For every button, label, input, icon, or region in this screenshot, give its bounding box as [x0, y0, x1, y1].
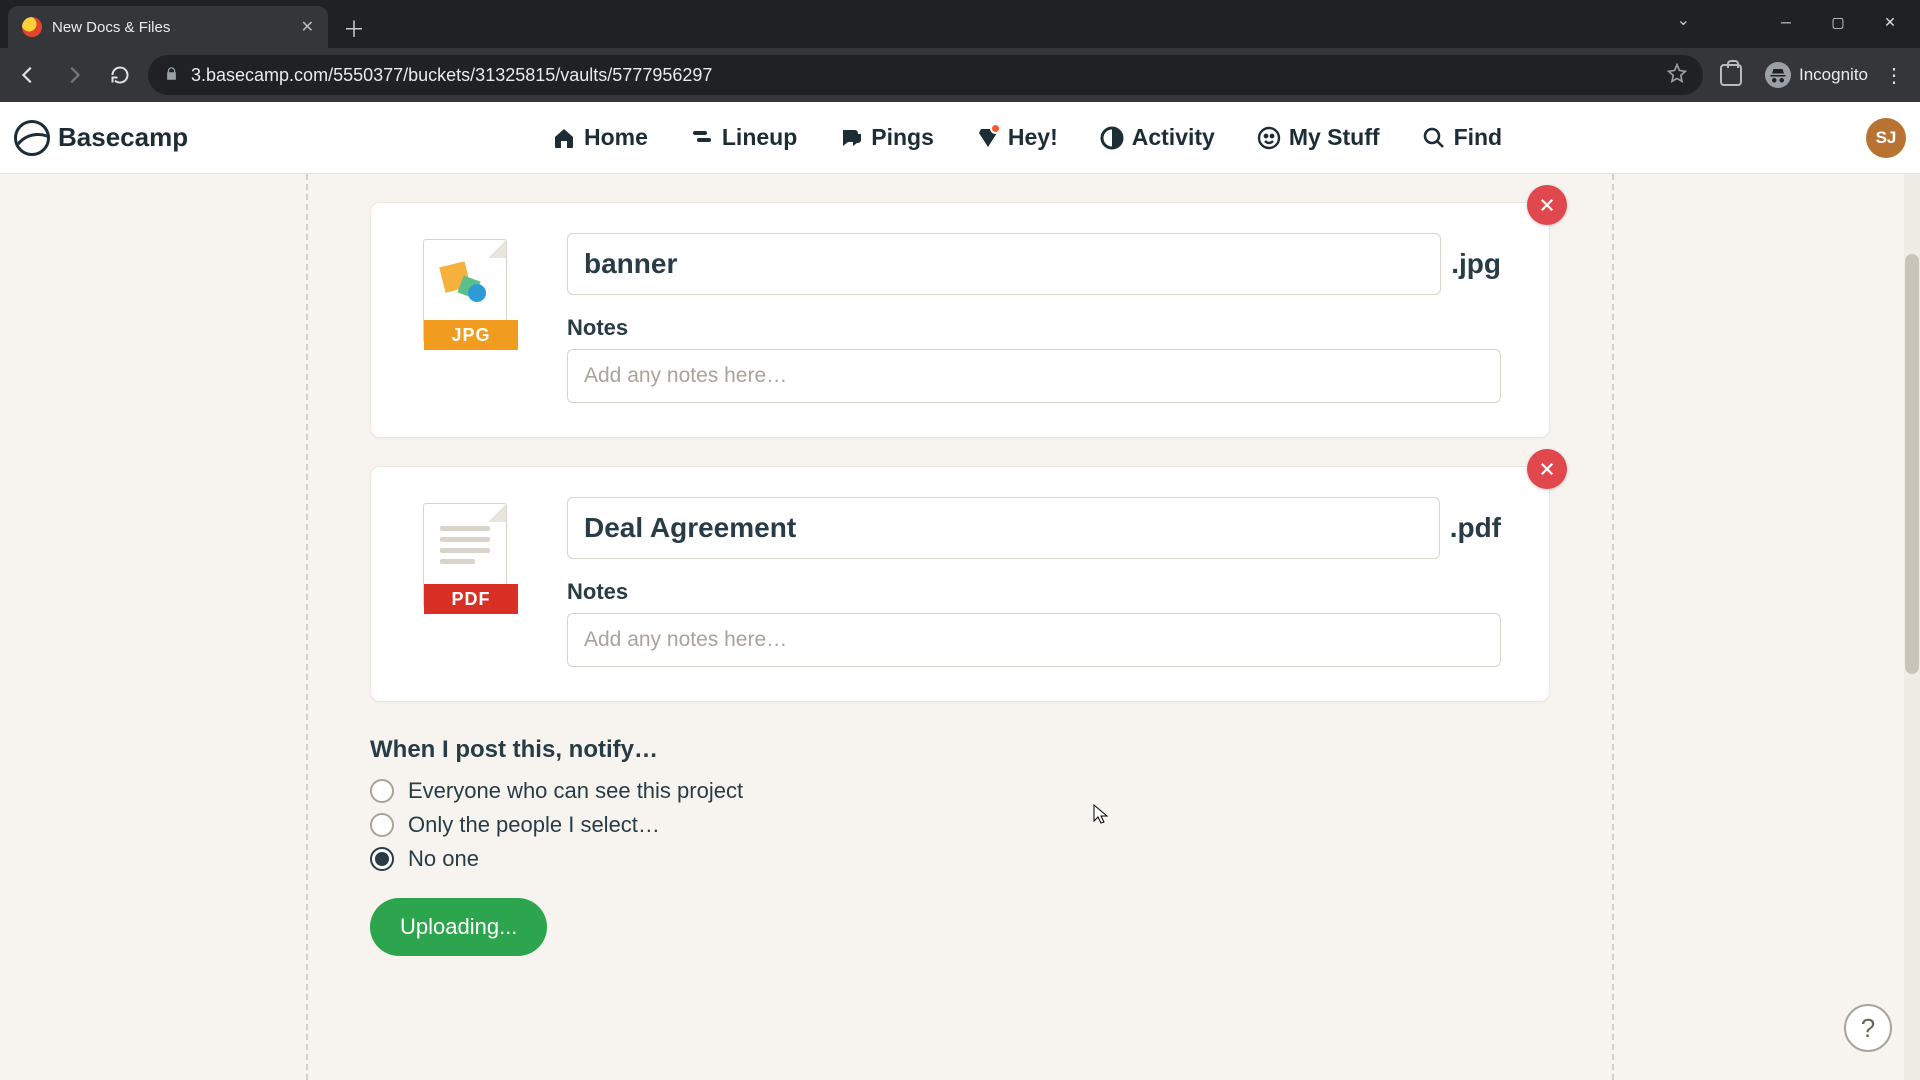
- browser-back-button[interactable]: [10, 57, 46, 93]
- browser-menu-icon[interactable]: ⋮: [1878, 63, 1910, 88]
- search-icon: [1422, 126, 1446, 150]
- window-minimize-button[interactable]: ─: [1762, 4, 1810, 40]
- url-text: 3.basecamp.com/5550377/buckets/31325815/…: [191, 65, 1655, 86]
- tab-favicon: [22, 17, 42, 37]
- avatar[interactable]: SJ: [1866, 118, 1906, 158]
- extensions-icon[interactable]: [1713, 57, 1749, 93]
- incognito-indicator[interactable]: Incognito: [1765, 62, 1868, 88]
- browser-tab-strip: New Docs & Files ✕ ＋ ⌄ ─ ▢ ✕: [0, 0, 1920, 48]
- browser-reload-button[interactable]: [102, 57, 138, 93]
- window-maximize-button[interactable]: ▢: [1814, 4, 1862, 40]
- tabs-dropdown-icon[interactable]: ⌄: [1677, 10, 1690, 30]
- remove-file-button[interactable]: [1527, 185, 1567, 225]
- help-icon: ?: [1861, 1013, 1875, 1044]
- page-body: Basecamp Home Lineup Pings: [0, 102, 1920, 1080]
- incognito-icon: [1765, 62, 1791, 88]
- scrollbar-thumb[interactable]: [1905, 254, 1919, 674]
- file-notes-input[interactable]: [567, 349, 1501, 403]
- pings-icon: [839, 126, 863, 150]
- home-icon: [552, 126, 576, 150]
- notify-heading: When I post this, notify…: [370, 736, 1550, 764]
- brand[interactable]: Basecamp: [14, 120, 188, 156]
- nav-pings[interactable]: Pings: [839, 124, 934, 151]
- radio-icon: [370, 847, 394, 871]
- notify-section: When I post this, notify… Everyone who c…: [370, 736, 1550, 872]
- notify-option-select[interactable]: Only the people I select…: [370, 812, 1550, 838]
- help-button[interactable]: ?: [1844, 1004, 1892, 1052]
- new-tab-button[interactable]: ＋: [336, 10, 372, 46]
- file-extension-label: .pdf: [1450, 512, 1501, 544]
- file-type-badge: PDF: [424, 584, 518, 614]
- nav-hey[interactable]: Hey!: [976, 124, 1058, 151]
- upload-file-card: PDF .pdf Notes: [370, 466, 1550, 702]
- submit-upload-button[interactable]: Uploading...: [370, 898, 547, 956]
- notes-label: Notes: [567, 579, 1501, 605]
- notify-option-noone[interactable]: No one: [370, 846, 1550, 872]
- file-name-input[interactable]: [567, 497, 1440, 559]
- file-name-input[interactable]: [567, 233, 1441, 295]
- brand-name: Basecamp: [58, 122, 188, 153]
- address-bar[interactable]: 3.basecamp.com/5550377/buckets/31325815/…: [148, 55, 1703, 95]
- nav-find[interactable]: Find: [1422, 124, 1503, 151]
- hey-icon: [976, 126, 1000, 150]
- nav-activity[interactable]: Activity: [1100, 124, 1215, 151]
- app-top-nav: Basecamp Home Lineup Pings: [0, 102, 1920, 174]
- brand-logo-icon: [14, 120, 50, 156]
- tab-close-icon[interactable]: ✕: [301, 17, 314, 37]
- lineup-icon: [690, 126, 714, 150]
- browser-forward-button[interactable]: [56, 57, 92, 93]
- tab-title: New Docs & Files: [52, 19, 291, 36]
- file-extension-label: .jpg: [1451, 248, 1501, 280]
- notes-label: Notes: [567, 315, 1501, 341]
- lock-icon: [164, 66, 179, 85]
- mystuff-icon: [1257, 126, 1281, 150]
- incognito-label: Incognito: [1799, 65, 1868, 85]
- notification-dot-icon: [990, 123, 1001, 134]
- upload-file-card: JPG .jpg Notes: [370, 202, 1550, 438]
- nav-mystuff[interactable]: My Stuff: [1257, 124, 1380, 151]
- radio-icon: [370, 813, 394, 837]
- browser-toolbar: 3.basecamp.com/5550377/buckets/31325815/…: [0, 48, 1920, 102]
- file-thumbnail: PDF: [419, 503, 511, 667]
- file-notes-input[interactable]: [567, 613, 1501, 667]
- radio-icon: [370, 779, 394, 803]
- bookmark-star-icon[interactable]: [1667, 63, 1687, 88]
- page-scrollbar[interactable]: [1904, 174, 1920, 1080]
- nav-home[interactable]: Home: [552, 124, 648, 151]
- nav-lineup[interactable]: Lineup: [690, 124, 797, 151]
- avatar-initials: SJ: [1876, 128, 1897, 148]
- activity-icon: [1100, 126, 1124, 150]
- file-type-badge: JPG: [424, 320, 518, 350]
- remove-file-button[interactable]: [1527, 449, 1567, 489]
- window-close-button[interactable]: ✕: [1866, 4, 1914, 40]
- notify-option-everyone[interactable]: Everyone who can see this project: [370, 778, 1550, 804]
- window-controls: ─ ▢ ✕: [1762, 4, 1914, 40]
- browser-tab[interactable]: New Docs & Files ✕: [8, 6, 328, 48]
- file-thumbnail: JPG: [419, 239, 511, 403]
